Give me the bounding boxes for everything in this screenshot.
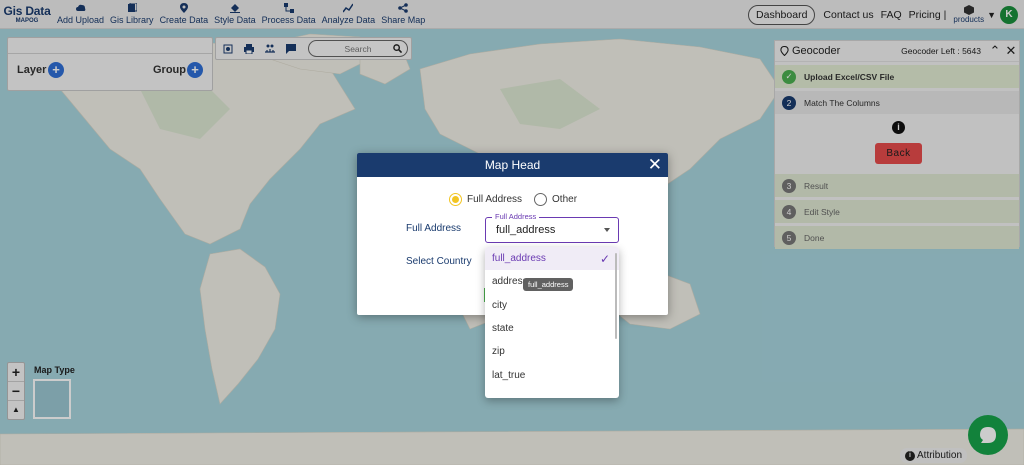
dropdown-scrollbar[interactable] xyxy=(615,253,617,339)
radio-other-label: Other xyxy=(552,194,578,205)
column-dropdown-list: full_address ✓ address city state zip la… xyxy=(485,247,619,398)
radio-full-address-label: Full Address xyxy=(467,194,523,205)
option-tooltip: full_address xyxy=(523,278,574,291)
dropdown-arrow-icon xyxy=(604,228,610,232)
radio-full-address[interactable] xyxy=(449,193,462,206)
modal-title: Map Head xyxy=(484,158,541,172)
dropdown-option[interactable]: lat_true xyxy=(485,363,619,386)
dropdown-option[interactable]: state xyxy=(485,317,619,340)
address-type-radio-group: Full Address Other xyxy=(449,193,577,206)
radio-other[interactable] xyxy=(534,193,548,206)
full-address-label: Full Address xyxy=(406,223,462,234)
option-label: state xyxy=(492,323,514,335)
dropdown-option[interactable]: city xyxy=(485,294,619,317)
select-country-label: Select Country xyxy=(406,256,472,267)
check-icon: ✓ xyxy=(599,252,610,266)
modal-header: Map Head ✕ xyxy=(357,153,668,177)
dropdown-option[interactable]: zip xyxy=(485,340,619,363)
select-value: full_address xyxy=(496,224,556,236)
option-label: zip xyxy=(492,346,505,358)
select-floating-label: Full Address xyxy=(492,212,540,221)
dropdown-option[interactable]: full_address ✓ xyxy=(485,247,619,271)
close-icon[interactable]: ✕ xyxy=(648,156,662,173)
option-label: full_address xyxy=(492,253,546,265)
option-label: city xyxy=(492,299,507,311)
option-label: lat_true xyxy=(492,369,526,381)
